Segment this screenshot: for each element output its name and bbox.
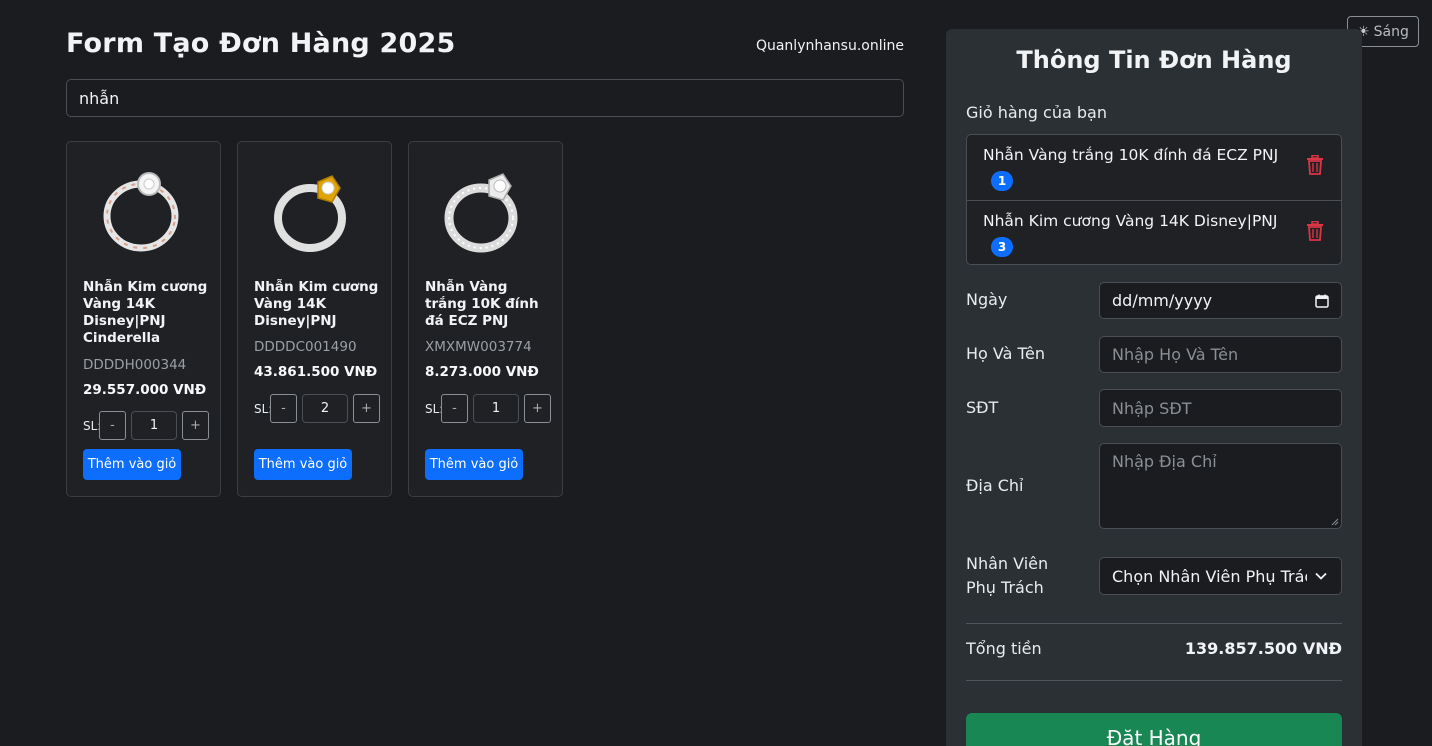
add-to-cart-button[interactable]: Thêm vào giỏ — [254, 449, 352, 480]
total-label: Tổng tiền — [966, 639, 1042, 658]
product-price: 43.861.500 VNĐ — [254, 364, 378, 380]
date-label: Ngày — [966, 290, 1008, 309]
phone-placeholder: Nhập SĐT — [1112, 398, 1192, 418]
quantity-label: SL: — [83, 418, 102, 433]
divider — [966, 623, 1342, 624]
increase-button[interactable]: + — [182, 411, 209, 440]
product-code: XMXMW003774 — [425, 339, 532, 355]
quantity-input[interactable]: 2 — [302, 394, 348, 423]
quantity-label: SL: — [254, 401, 273, 416]
cart-item-name: Nhẫn Vàng trắng 10K đính đá ECZ PNJ — [983, 146, 1279, 164]
chevron-down-icon — [1315, 572, 1327, 580]
address-placeholder: Nhập Địa Chỉ — [1112, 452, 1217, 471]
full-name-label: Họ Và Tên — [966, 344, 1046, 363]
order-panel: Thông Tin Đơn Hàng Giỏ hàng của bạn Nhẫn… — [946, 29, 1362, 746]
product-card: Nhẫn Kim cương Vàng 14K Disney|PNJ Cinde… — [66, 141, 221, 497]
search-input[interactable]: nhẫn — [66, 79, 904, 117]
quantity-stepper: SL: - 1 + — [83, 411, 209, 440]
product-code: DDDDH000344 — [83, 357, 187, 373]
product-price: 8.273.000 VNĐ — [425, 364, 539, 380]
staff-select-value: Chọn Nhân Viên Phụ Trách — [1112, 566, 1307, 586]
quantity-stepper: SL: - 1 + — [425, 394, 551, 423]
product-name: Nhẫn Kim cương Vàng 14K Disney|PNJ Cinde… — [83, 279, 208, 346]
date-input-value: dd/mm/yyyy — [1112, 291, 1213, 310]
staff-label-line-1: Nhân Viên — [966, 554, 1049, 573]
theme-toggle-label: Sáng — [1373, 23, 1409, 40]
product-name: Nhẫn Vàng trắng 10K đính đá ECZ PNJ — [425, 279, 539, 329]
staff-select[interactable]: Chọn Nhân Viên Phụ Trách — [1099, 557, 1342, 595]
product-name: Nhẫn Kim cương Vàng 14K Disney|PNJ — [254, 279, 379, 329]
decrease-button[interactable]: - — [99, 411, 126, 440]
date-input[interactable]: dd/mm/yyyy — [1099, 282, 1342, 319]
product-code: DDDDC001490 — [254, 339, 357, 355]
address-label: Địa Chỉ — [966, 476, 1024, 495]
trash-icon[interactable] — [1306, 221, 1324, 241]
cart-label: Giỏ hàng của bạn — [966, 103, 1107, 122]
calendar-icon[interactable] — [1315, 294, 1329, 308]
increase-button[interactable]: + — [353, 394, 380, 423]
quantity-label: SL: — [425, 401, 444, 416]
full-name-placeholder: Nhập Họ Và Tên — [1112, 345, 1239, 364]
trash-icon[interactable] — [1306, 155, 1324, 175]
address-textarea[interactable]: Nhập Địa Chỉ — [1099, 443, 1342, 529]
site-name: Quanlynhansu.online — [755, 38, 904, 54]
quantity-stepper: SL: - 2 + — [254, 394, 380, 423]
cart-list: Nhẫn Vàng trắng 10K đính đá ECZ PNJ 1 Nh… — [966, 134, 1342, 265]
product-image — [67, 154, 220, 264]
add-to-cart-button[interactable]: Thêm vào giỏ — [425, 449, 523, 480]
cart-item-qty-badge: 3 — [991, 237, 1013, 257]
total-value: 139.857.500 VNĐ — [1184, 639, 1342, 658]
quantity-input[interactable]: 1 — [131, 411, 177, 440]
phone-input[interactable]: Nhập SĐT — [1099, 389, 1342, 427]
decrease-button[interactable]: - — [270, 394, 297, 423]
product-price: 29.557.000 VNĐ — [83, 382, 207, 398]
add-to-cart-button[interactable]: Thêm vào giỏ — [83, 449, 181, 480]
increase-button[interactable]: + — [524, 394, 551, 423]
page-title: Form Tạo Đơn Hàng 2025 — [66, 28, 456, 59]
cart-item-qty-badge: 1 — [991, 171, 1013, 191]
product-image — [409, 154, 562, 264]
divider — [966, 680, 1342, 681]
search-input-value: nhẫn — [79, 88, 120, 108]
cart-item: Nhẫn Kim cương Vàng 14K Disney|PNJ 3 — [967, 200, 1341, 265]
order-panel-title: Thông Tin Đơn Hàng — [1016, 46, 1292, 74]
cart-item-name: Nhẫn Kim cương Vàng 14K Disney|PNJ — [983, 212, 1278, 230]
product-card: Nhẫn Vàng trắng 10K đính đá ECZ PNJ XMXM… — [408, 141, 563, 497]
phone-label: SĐT — [966, 398, 999, 417]
staff-label-line-2: Phụ Trách — [966, 578, 1044, 597]
quantity-input[interactable]: 1 — [473, 394, 519, 423]
resize-handle-icon[interactable] — [1331, 518, 1339, 526]
cart-item: Nhẫn Vàng trắng 10K đính đá ECZ PNJ 1 — [967, 135, 1341, 200]
staff-label: Nhân Viên Phụ Trách — [966, 552, 1048, 600]
place-order-button[interactable]: Đặt Hàng — [966, 713, 1342, 746]
decrease-button[interactable]: - — [441, 394, 468, 423]
full-name-input[interactable]: Nhập Họ Và Tên — [1099, 336, 1342, 373]
product-image — [238, 154, 391, 264]
product-card: Nhẫn Kim cương Vàng 14K Disney|PNJ DDDDC… — [237, 141, 392, 497]
